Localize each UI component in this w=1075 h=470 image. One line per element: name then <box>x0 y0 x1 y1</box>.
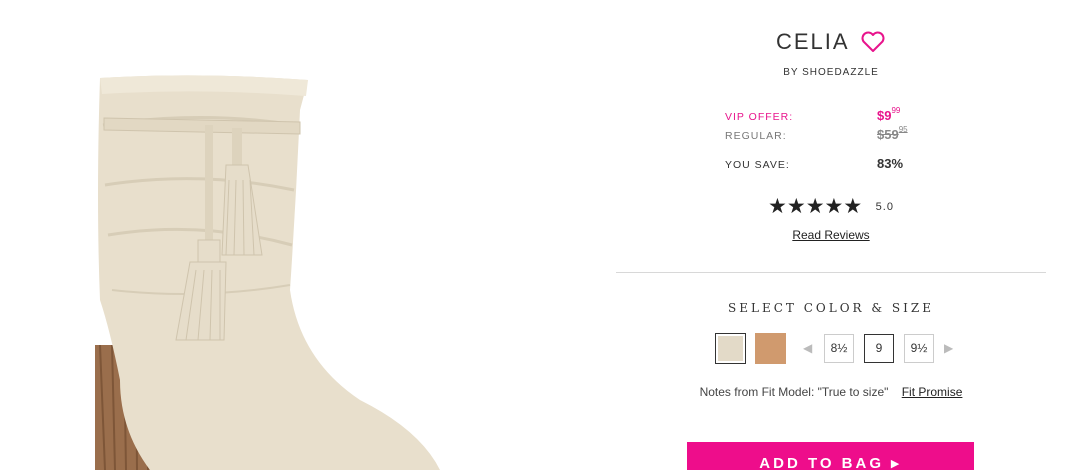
rating-value: 5.0 <box>875 201 894 213</box>
next-size-arrow-icon[interactable]: ▶ <box>944 341 953 355</box>
star-rating-icon: ★★★★★ <box>768 195 863 218</box>
heart-icon[interactable] <box>860 31 886 53</box>
product-image[interactable] <box>0 0 600 470</box>
swatch-fill <box>718 336 743 361</box>
fit-model-notes: Notes from Fit Model: "True to size" <box>699 385 889 399</box>
save-label: YOU SAVE: <box>725 159 790 171</box>
color-size-selector: ◀ 8½ 9 9½ ▶ <box>715 333 975 364</box>
fit-promise-link[interactable]: Fit Promise <box>902 385 963 399</box>
regular-price-main: $59 <box>877 127 899 142</box>
fit-notes: Notes from Fit Model: "True to size" Fit… <box>616 385 1046 399</box>
save-value: 83% <box>877 156 904 171</box>
title-row: CELIA <box>616 29 1046 55</box>
read-reviews-row: Read Reviews <box>616 228 1046 242</box>
product-title: CELIA <box>775 29 850 54</box>
size-option-9[interactable]: 9 <box>864 334 894 363</box>
swatch-fill <box>755 333 786 364</box>
regular-price: $5995 <box>877 125 908 142</box>
color-swatch-cognac[interactable] <box>755 333 786 364</box>
size-option-8-5[interactable]: 8½ <box>824 334 854 363</box>
vip-price-cents: 99 <box>891 106 901 115</box>
vip-label: VIP OFFER: <box>725 111 794 123</box>
divider <box>616 272 1046 273</box>
rating: ★★★★★ 5.0 <box>616 195 1046 218</box>
select-color-size-heading: SELECT COLOR & SIZE <box>728 301 934 315</box>
product-details: CELIA BY SHOEDAZZLE VIP OFFER: $999 REGU… <box>616 0 1046 470</box>
regular-price-cents: 95 <box>898 125 908 134</box>
size-option-9-5[interactable]: 9½ <box>904 334 934 363</box>
savings-row: YOU SAVE: 83% <box>725 156 965 172</box>
vip-price: $999 <box>877 106 901 123</box>
regular-label: REGULAR: <box>725 130 787 142</box>
color-swatch-taupe[interactable] <box>715 333 746 364</box>
vip-price-row: VIP OFFER: $999 <box>725 106 965 124</box>
add-to-bag-button[interactable]: ADD TO BAG ▸ <box>687 442 974 470</box>
brand-name: BY SHOEDAZZLE <box>783 67 879 78</box>
boot-illustration <box>95 75 440 470</box>
regular-price-row: REGULAR: $5995 <box>725 125 965 143</box>
read-reviews-link[interactable]: Read Reviews <box>792 228 869 242</box>
prev-size-arrow-icon[interactable]: ◀ <box>803 341 812 355</box>
vip-price-main: $9 <box>877 108 892 123</box>
